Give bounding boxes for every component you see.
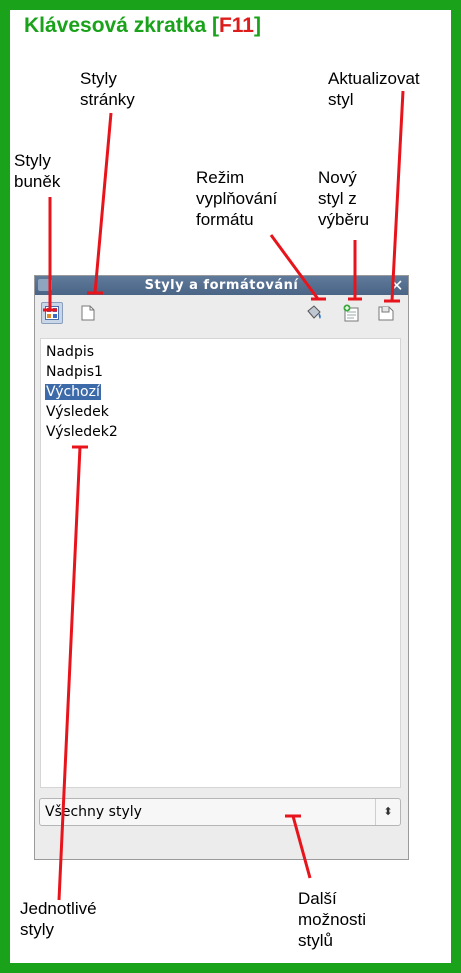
- dialog-titlebar[interactable]: Styly a formátování ✕: [35, 276, 408, 295]
- styles-toolbar: [35, 298, 408, 328]
- styles-list[interactable]: Nadpis Nadpis1 Výchozí Výsledek Výsledek…: [40, 338, 401, 788]
- callout-jednotlive-styly: Jednotlivé styly: [20, 899, 97, 939]
- style-name: Nadpis: [46, 344, 95, 360]
- style-filter-value: Všechny styly: [45, 804, 142, 820]
- select-arrows-icon[interactable]: ⬍: [375, 799, 400, 825]
- update-style-button[interactable]: [375, 302, 397, 324]
- page-styles-button[interactable]: [77, 302, 99, 324]
- window-menu-icon[interactable]: [38, 279, 52, 291]
- style-filter-select[interactable]: Všechny styly ⬍: [39, 798, 401, 826]
- callout-aktualizovat-styl: Aktualizovat styl: [328, 69, 420, 109]
- heading-prefix: Klávesová zkratka [: [24, 14, 219, 37]
- callout-rezim-vyplnovani: Režim vyplňování formátu: [196, 168, 278, 229]
- heading-suffix: ]: [253, 14, 261, 37]
- callout-styly-stranky: Styly stránky: [80, 69, 135, 109]
- list-item[interactable]: Výsledek2: [45, 422, 400, 442]
- callout-novy-styl: Nový styl z výběru: [318, 168, 370, 229]
- cell-styles-icon: [45, 306, 59, 320]
- page-styles-icon: [81, 305, 95, 321]
- heading-key: F11: [218, 14, 254, 37]
- close-icon[interactable]: ✕: [390, 276, 404, 295]
- cell-styles-button[interactable]: [41, 302, 63, 324]
- callout-styly-bunek: Styly buněk: [14, 151, 61, 191]
- list-item-selected[interactable]: Výchozí: [45, 382, 400, 402]
- list-item[interactable]: Výsledek: [45, 402, 400, 422]
- style-name: Nadpis1: [46, 364, 103, 380]
- new-style-from-selection-icon: [343, 304, 359, 322]
- list-item[interactable]: Nadpis1: [45, 362, 400, 382]
- update-style-icon: [378, 306, 394, 321]
- style-name: Výchozí: [45, 384, 101, 400]
- style-name: Výsledek2: [46, 424, 118, 440]
- style-name: Výsledek: [46, 404, 109, 420]
- dialog-title: Styly a formátování: [144, 278, 299, 293]
- styles-dialog: Styly a formátování ✕ Nadpis Nadpis1 Výc…: [34, 275, 409, 860]
- fill-format-mode-icon: [307, 305, 321, 319]
- list-item[interactable]: Nadpis: [45, 342, 400, 362]
- new-style-from-selection-button[interactable]: [340, 302, 362, 324]
- page-heading: Klávesová zkratka [F11]: [24, 14, 261, 38]
- fill-format-mode-button[interactable]: [303, 302, 325, 324]
- callout-dalsi-moznosti: Další možnosti stylů: [298, 889, 367, 950]
